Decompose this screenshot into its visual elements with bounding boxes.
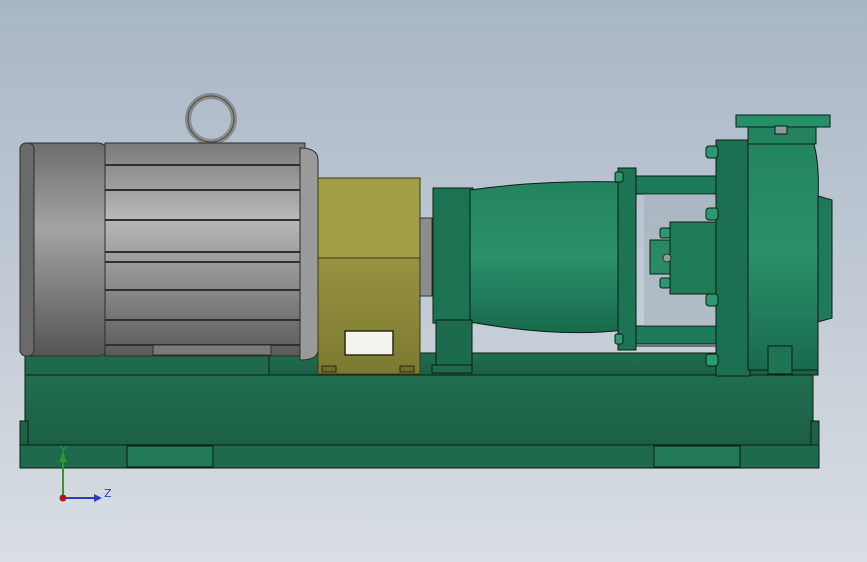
motor-foot xyxy=(152,344,272,356)
electric-motor[interactable] xyxy=(19,93,319,361)
foot-pad-left xyxy=(126,445,214,468)
z-arrow-icon xyxy=(94,494,102,502)
casing-foot xyxy=(767,345,793,375)
suction-nozzle xyxy=(817,195,833,323)
seal-housing xyxy=(669,221,717,295)
foot-pad-right xyxy=(653,445,741,468)
volute-casing xyxy=(747,137,819,371)
shaft-stub xyxy=(419,217,433,297)
bearing-flange xyxy=(432,187,474,324)
baseplate-lip-right xyxy=(810,420,820,446)
adapter-window xyxy=(344,330,394,356)
casing-back-plate xyxy=(715,139,751,377)
cad-viewport[interactable]: Y Z xyxy=(0,0,867,562)
bearing-body xyxy=(469,181,625,334)
frame-flange xyxy=(617,167,637,351)
coupling-adapter[interactable] xyxy=(317,177,433,375)
discharge-flange xyxy=(735,114,831,128)
baseplate-body xyxy=(24,374,814,446)
baseplate-lip-left xyxy=(19,420,29,446)
bearing-support xyxy=(435,319,473,373)
pump-assembly-model[interactable]: Y Z xyxy=(0,0,867,562)
motor-fin-ends xyxy=(299,147,319,361)
pump-bearing-frame[interactable] xyxy=(431,167,721,374)
motor-frame xyxy=(104,142,306,357)
x-axis-dot xyxy=(59,494,67,502)
y-axis-label: Y xyxy=(59,444,67,457)
z-axis-label: Z xyxy=(104,487,112,500)
